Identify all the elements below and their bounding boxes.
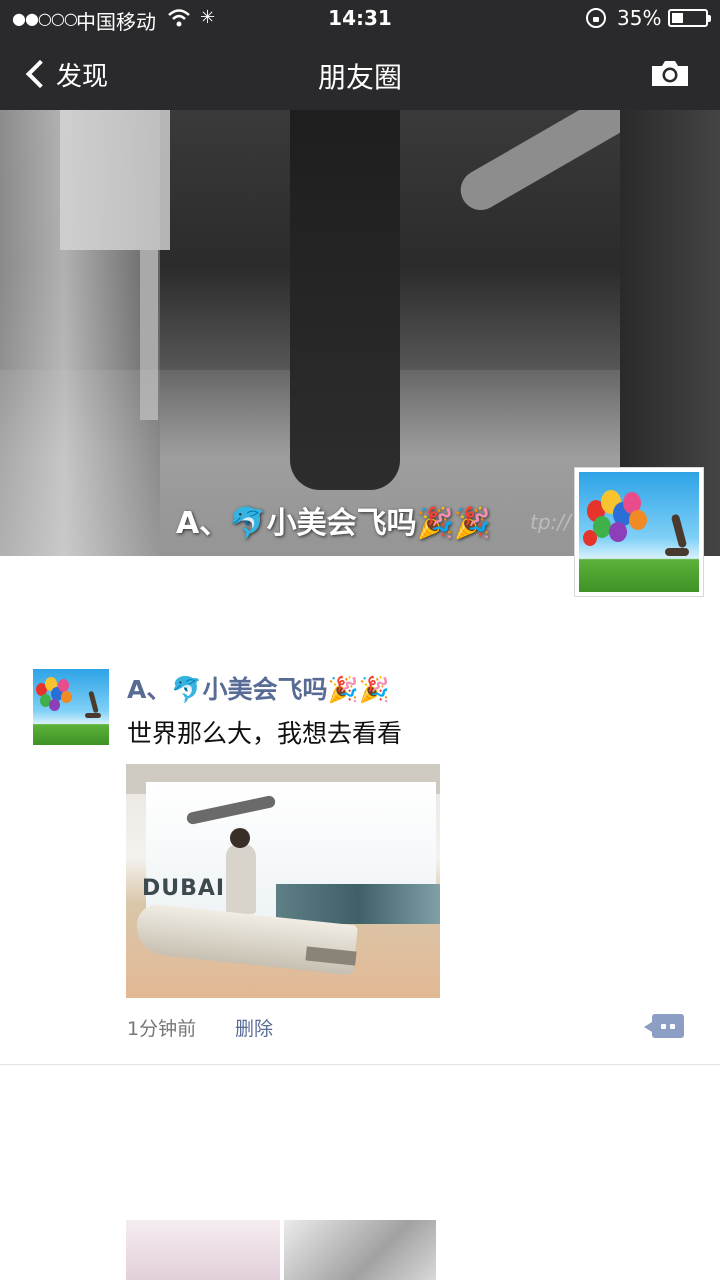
battery-percent: 35% bbox=[617, 6, 662, 30]
comment-icon-dot bbox=[661, 1024, 666, 1029]
photo-person-head bbox=[230, 828, 250, 848]
post-timestamp: 1分钟前 bbox=[127, 1018, 197, 1040]
photo-skyline bbox=[276, 884, 440, 924]
rotation-lock-icon bbox=[586, 8, 606, 28]
comment-icon[interactable] bbox=[644, 1014, 684, 1038]
next-post-loading bbox=[0, 1080, 720, 1280]
photo-sign: DUBAI bbox=[142, 876, 226, 901]
post-author-avatar[interactable] bbox=[33, 669, 109, 745]
battery-level-fill bbox=[672, 13, 683, 23]
post-author-name[interactable]: A、🐬小美会飞吗🎉🎉 bbox=[127, 670, 390, 706]
status-time: 14:31 bbox=[328, 6, 392, 30]
next-post-photo[interactable] bbox=[126, 1220, 280, 1280]
post-divider bbox=[0, 1064, 720, 1065]
photo-person bbox=[226, 844, 256, 914]
balloon-avatar-image bbox=[33, 669, 109, 745]
camera-icon[interactable] bbox=[650, 58, 690, 88]
delete-post-link[interactable]: 删除 bbox=[235, 1014, 273, 1041]
balloon-avatar-image bbox=[579, 472, 699, 592]
navigation-bar: 发现 朋友圈 bbox=[0, 36, 720, 110]
status-bar: ●●○○○ 中国移动 ✳ 14:31 35% bbox=[0, 0, 720, 36]
post-photo[interactable]: DUBAI bbox=[126, 764, 440, 998]
post-text: 世界那么大，我想去看看 bbox=[127, 719, 403, 748]
top-bar: ●●○○○ 中国移动 ✳ 14:31 35% 发现 朋友圈 bbox=[0, 0, 720, 110]
cover-photo-table bbox=[60, 110, 170, 250]
profile-name[interactable]: A、🐬小美会飞吗🎉🎉 bbox=[176, 498, 491, 542]
cover-photo-raised-leg bbox=[453, 110, 647, 218]
page-title: 朋友圈 bbox=[317, 61, 402, 94]
battery-icon bbox=[668, 9, 711, 27]
cover-photo-watermark: tp:// bbox=[530, 510, 571, 534]
cover-photo-person bbox=[290, 110, 400, 490]
next-post-photo[interactable] bbox=[284, 1220, 436, 1280]
profile-avatar[interactable] bbox=[574, 467, 704, 597]
comment-icon-dot bbox=[670, 1024, 675, 1029]
